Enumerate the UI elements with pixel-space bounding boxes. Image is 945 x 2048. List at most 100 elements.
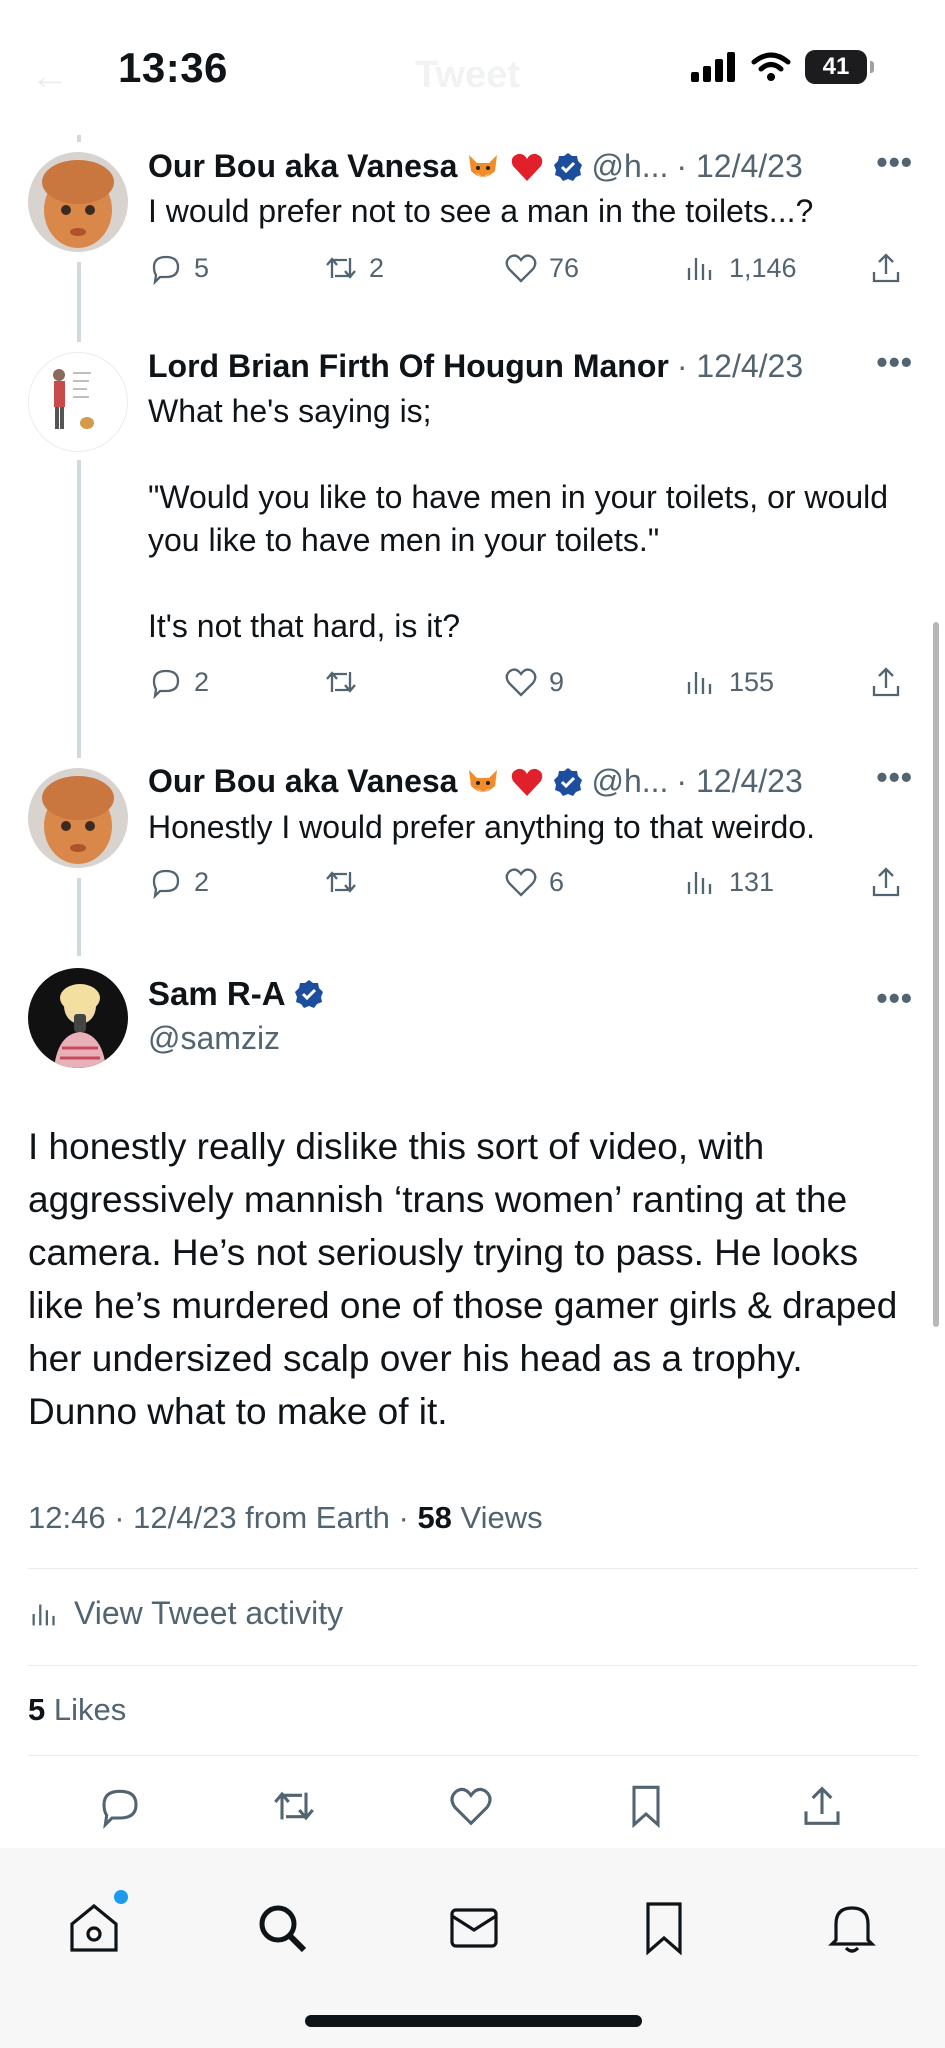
bookmark-icon: [632, 1785, 660, 1829]
divider: [28, 1755, 918, 1756]
more-options-icon[interactable]: •••: [876, 980, 913, 1017]
search-icon: [259, 1905, 307, 1953]
bookmark-button[interactable]: [622, 1782, 670, 1830]
views-button[interactable]: 1,146: [683, 250, 797, 286]
like-button[interactable]: 6: [503, 864, 564, 900]
more-options-icon[interactable]: •••: [876, 344, 913, 381]
share-icon: [804, 1786, 840, 1825]
views-count: 1,146: [729, 252, 797, 283]
avatar[interactable]: [28, 352, 128, 452]
views-button[interactable]: 155: [683, 664, 774, 700]
like-count: 6: [549, 866, 565, 897]
retweet-icon: [326, 257, 356, 279]
thread-line: [77, 878, 81, 956]
home-icon: [70, 1903, 118, 1952]
red-heart-emoji-icon: [509, 764, 545, 800]
battery-indicator: 41: [805, 50, 874, 84]
author-name[interactable]: Our Bou aka Vanesa: [148, 763, 457, 800]
timestamp-text: 12:46 · 12/4/23 from Earth ·: [28, 1500, 418, 1535]
verified-badge-icon: [554, 152, 583, 181]
divider: [28, 1568, 918, 1569]
tweet-text-line: What he's saying is;: [148, 393, 432, 429]
main-tweet-text: I honestly really dislike this sort of v…: [28, 1126, 898, 1432]
reply-count: 2: [194, 666, 210, 697]
share-button[interactable]: [868, 250, 904, 286]
back-arrow-icon[interactable]: ←: [30, 54, 70, 99]
author-name[interactable]: Our Bou aka Vanesa: [148, 148, 457, 185]
more-options-icon[interactable]: •••: [876, 759, 913, 796]
retweet-icon: [326, 671, 356, 693]
thread-line: [77, 262, 81, 342]
retweet-button[interactable]: 2: [323, 250, 384, 286]
retweet-button[interactable]: [323, 664, 369, 700]
share-button[interactable]: [798, 1782, 846, 1830]
reply-icon: [152, 869, 180, 900]
tab-bookmarks[interactable]: [634, 1898, 694, 1958]
views-icon: [687, 258, 712, 280]
fox-emoji-icon: [465, 149, 501, 185]
views-count: 58: [417, 1500, 452, 1535]
reply-button[interactable]: 5: [148, 250, 209, 286]
tab-messages[interactable]: [444, 1898, 504, 1958]
retweet-icon: [274, 1791, 314, 1821]
author-handle[interactable]: @h...: [591, 763, 668, 800]
tweet-text: Honestly I would prefer anything to that…: [148, 809, 816, 845]
share-icon: [872, 867, 900, 897]
likes-label: Likes: [45, 1692, 127, 1727]
heart-icon: [505, 668, 537, 697]
like-count: 9: [549, 666, 565, 697]
like-count: 76: [549, 252, 580, 283]
home-indicator: [305, 2015, 642, 2027]
verified-badge-icon: [294, 980, 323, 1008]
share-button[interactable]: [868, 664, 904, 700]
tweet-date: · 12/4/23: [676, 148, 803, 184]
tab-search[interactable]: [252, 1898, 312, 1958]
wifi-icon: [751, 52, 791, 81]
tweet-actions: 5 2 76 1,146: [148, 250, 915, 294]
reply-button[interactable]: 2: [148, 864, 209, 900]
view-tweet-activity-link[interactable]: View Tweet activity: [28, 1595, 343, 1632]
scrollbar[interactable]: [933, 622, 939, 1327]
like-button[interactable]: 9: [503, 664, 564, 700]
tweet-date: · 12/4/23: [676, 763, 803, 799]
main-author-handle[interactable]: @samziz: [148, 1020, 280, 1057]
main-author-name[interactable]: Sam R-A: [148, 975, 286, 1013]
tab-notifications[interactable]: [822, 1898, 882, 1958]
bell-icon: [828, 1906, 876, 1953]
heart-icon: [505, 868, 537, 897]
more-options-icon[interactable]: •••: [876, 144, 913, 181]
retweet-icon: [326, 871, 356, 893]
divider: [28, 1665, 918, 1666]
reply-button[interactable]: [96, 1782, 144, 1830]
header-title: Tweet: [415, 54, 520, 96]
tweet-actions: 2 6 131: [148, 864, 915, 908]
tweet-timestamp: 12:46 · 12/4/23 from Earth · 58 Views: [28, 1500, 543, 1536]
heart-icon: [450, 1787, 492, 1826]
tab-home[interactable]: [64, 1890, 128, 1958]
main-avatar[interactable]: [28, 968, 128, 1068]
likes-summary[interactable]: 5 Likes: [28, 1692, 126, 1728]
share-icon: [872, 667, 900, 697]
retweet-button[interactable]: [270, 1782, 318, 1830]
tweet-text-line: "Would you like to have men in your toil…: [148, 479, 889, 558]
avatar[interactable]: [28, 768, 128, 868]
like-button[interactable]: [447, 1782, 495, 1830]
author-handle[interactable]: @h...: [591, 148, 668, 185]
views-icon: [687, 872, 712, 894]
tweet-actions: 2 9 155: [148, 664, 915, 708]
views-icon: [32, 1604, 55, 1625]
avatar[interactable]: [28, 152, 128, 252]
views-button[interactable]: 131: [683, 864, 774, 900]
tweet-text: What he's saying is; "Would you like to …: [148, 390, 915, 648]
author-name[interactable]: Lord Brian Firth Of Hougun Manor: [148, 348, 669, 385]
retweet-button[interactable]: [323, 864, 369, 900]
reply-button[interactable]: 2: [148, 664, 209, 700]
tweet-date: · 12/4/23: [676, 348, 804, 384]
reply-icon: [152, 255, 180, 286]
tweet-text: I would prefer not to see a man in the t…: [148, 193, 814, 229]
tweet-text-line: It's not that hard, is it?: [148, 608, 461, 644]
share-button[interactable]: [868, 864, 904, 900]
verified-badge-icon: [554, 767, 583, 796]
views-count: 155: [729, 666, 775, 697]
like-button[interactable]: 76: [503, 250, 579, 286]
